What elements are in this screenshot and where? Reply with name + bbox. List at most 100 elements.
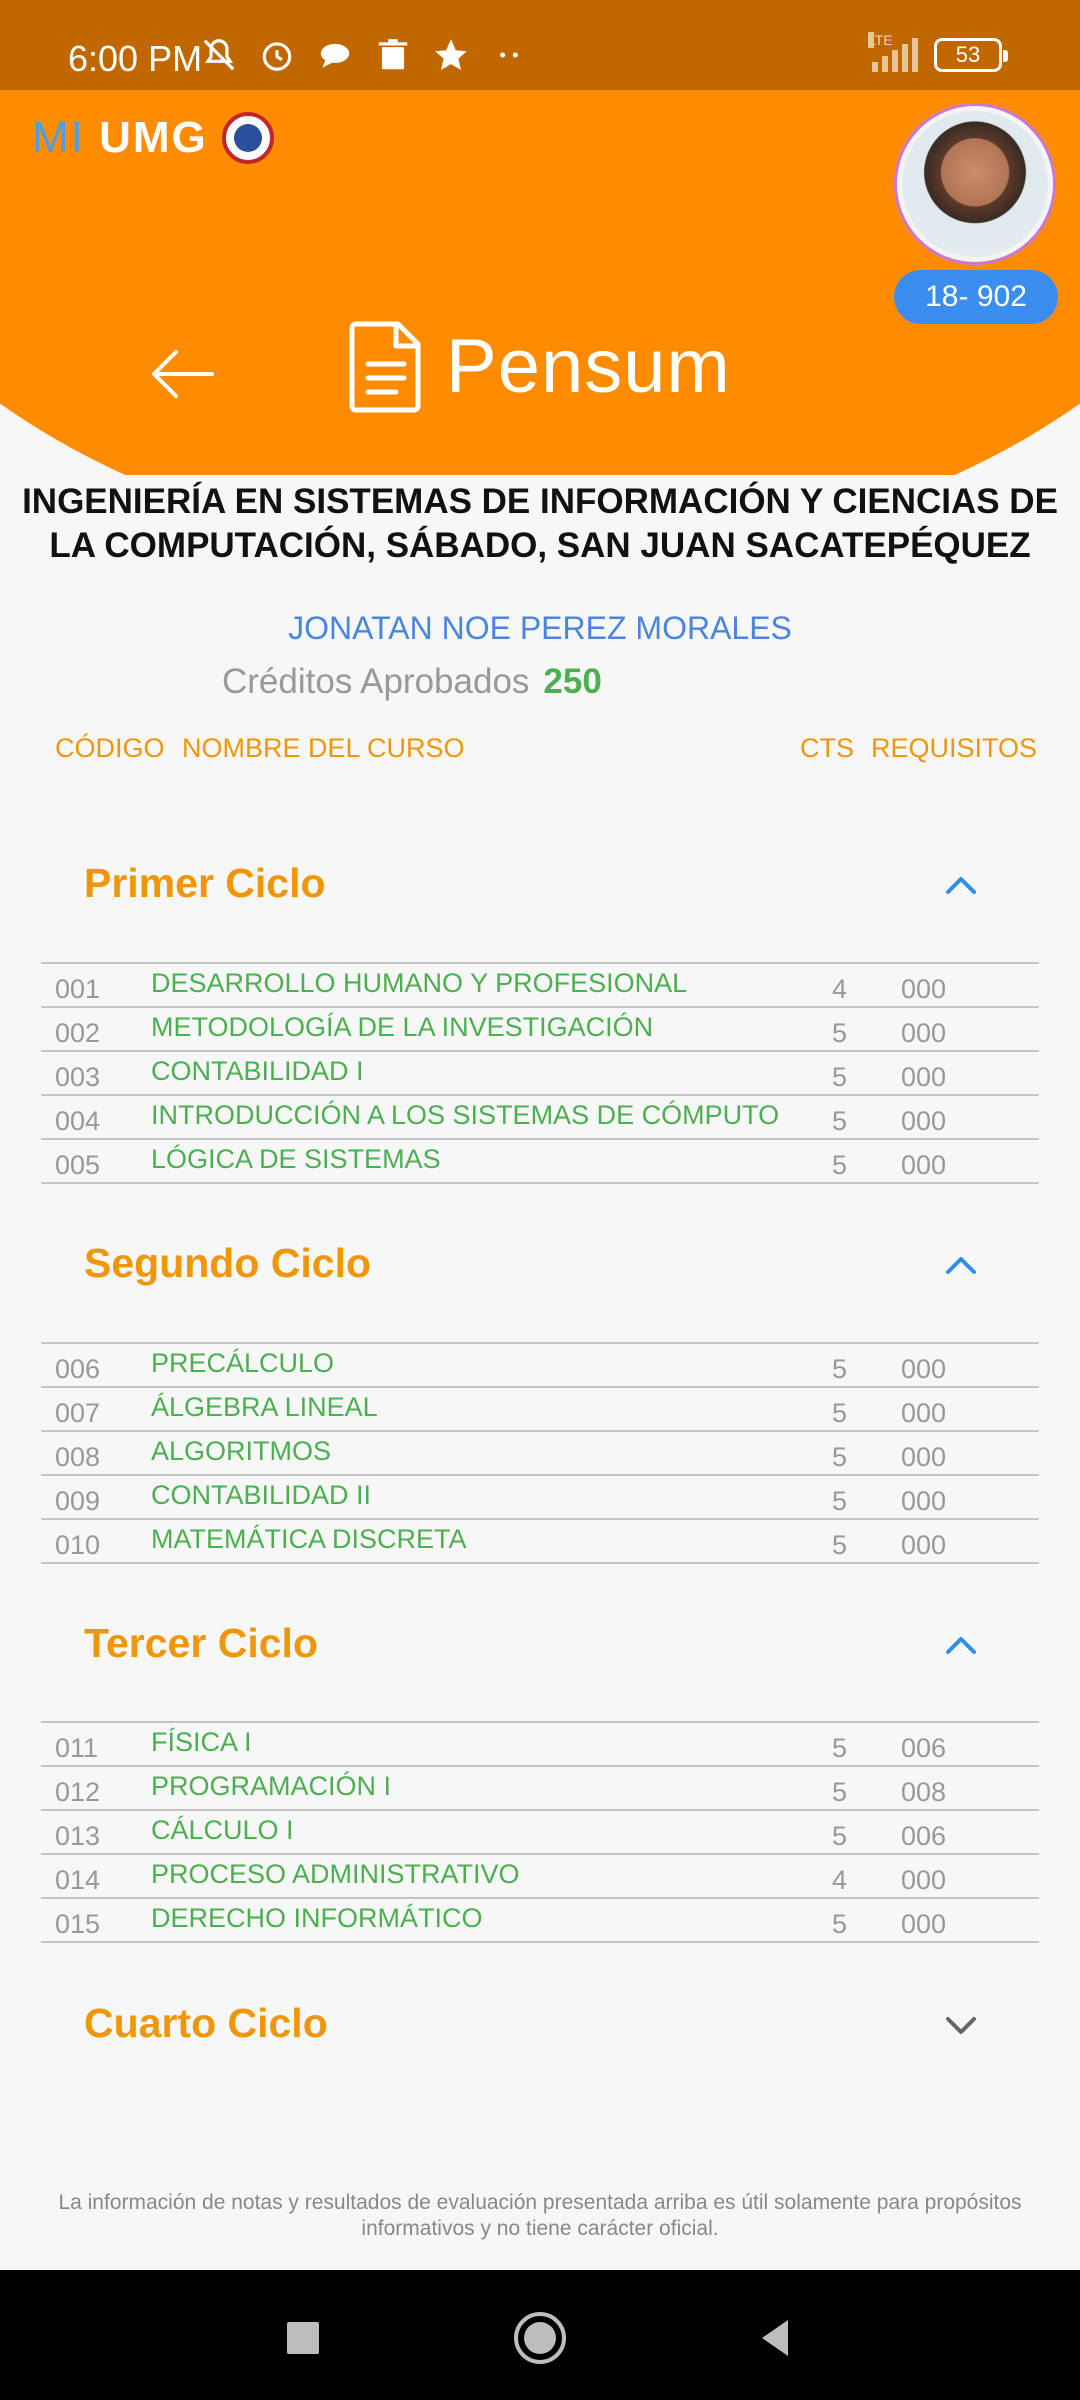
column-course-name: NOMBRE DEL CURSO (182, 733, 465, 763)
course-code: 009 (55, 1486, 101, 1516)
notification-icons (200, 36, 528, 74)
battery-icon: 53 (934, 38, 1008, 72)
network-type: LTE (868, 32, 893, 48)
system-status: LTE 53 (868, 32, 1008, 72)
back-arrow-icon (152, 350, 214, 398)
course-name: FÍSICA I (151, 1727, 252, 1757)
course-requirement: 000 (901, 1354, 947, 1384)
status-time: 6:00 PM (68, 38, 203, 79)
course-name: PRECÁLCULO (151, 1348, 335, 1378)
course-requirement: 008 (901, 1777, 947, 1807)
course-credits: 5 (832, 1106, 848, 1136)
course-table-tercer: 011 FÍSICA I 5 006 012 PROGRAMACIÓN I 5 008 01… (41, 1721, 1039, 1943)
course-requirement: 000 (901, 1442, 947, 1472)
table-row[interactable]: 002 METODOLOGÍA DE LA INVESTIGACIÓN 5 000 (41, 1008, 1039, 1052)
cycle-header-tercer[interactable]: Tercer Ciclo (84, 1620, 318, 1667)
back-button[interactable] (146, 338, 218, 410)
table-row[interactable]: 012 PROGRAMACIÓN I 5 008 (41, 1767, 1039, 1811)
star-icon (432, 36, 470, 74)
chat-bubble-icon (316, 36, 354, 74)
course-credits: 5 (832, 1354, 848, 1384)
table-row[interactable]: 005 LÓGICA DE SISTEMAS 5 000 (41, 1140, 1039, 1184)
course-requirement: 000 (901, 1062, 947, 1092)
course-credits: 5 (832, 1486, 848, 1516)
course-code: 002 (55, 1018, 101, 1048)
table-row[interactable]: 007 ÁLGEBRA LINEAL 5 000 (41, 1388, 1039, 1432)
credits-approved: Créditos Aprobados 250 (222, 662, 602, 702)
table-row[interactable]: 011 FÍSICA I 5 006 (41, 1723, 1039, 1767)
course-credits: 5 (832, 1733, 848, 1763)
column-credits: CTS (800, 733, 854, 763)
table-row[interactable]: 010 MATEMÁTICA DISCRETA 5 000 (41, 1520, 1039, 1564)
signal-icon: LTE (868, 32, 918, 72)
table-row[interactable]: 003 CONTABILIDAD I 5 000 (41, 1052, 1039, 1096)
column-code: CÓDIGO (55, 733, 165, 763)
chevron-up-icon[interactable] (940, 864, 982, 906)
student-id-badge: 18- 902 (894, 270, 1058, 324)
cycle-header-cuarto[interactable]: Cuarto Ciclo (84, 2000, 328, 2047)
course-requirement: 000 (901, 1150, 947, 1180)
student-name: JONATAN NOE PEREZ MORALES (288, 610, 792, 646)
course-name: CONTABILIDAD I (151, 1056, 364, 1086)
course-name: METODOLOGÍA DE LA INVESTIGACIÓN (151, 1012, 654, 1042)
mute-icon (200, 36, 238, 74)
course-name: INTRODUCCIÓN A LOS SISTEMAS DE CÓMPUTO (151, 1100, 780, 1130)
table-row[interactable]: 009 CONTABILIDAD II 5 000 (41, 1476, 1039, 1520)
logo-mi: MI (32, 113, 85, 162)
table-row[interactable]: 015 DERECHO INFORMÁTICO 5 000 (41, 1899, 1039, 1943)
column-headers: CÓDIGO NOMBRE DEL CURSO CTS REQUISITOS (0, 733, 1080, 773)
course-code: 008 (55, 1442, 101, 1472)
document-icon (349, 321, 421, 413)
recents-square-icon[interactable] (275, 2310, 331, 2366)
course-credits: 5 (832, 1909, 848, 1939)
battery-level: 53 (955, 42, 981, 67)
course-requirement: 006 (901, 1733, 947, 1763)
credits-label: Créditos Aprobados (222, 662, 530, 701)
course-name: DESARROLLO HUMANO Y PROFESIONAL (151, 968, 688, 998)
course-code: 003 (55, 1062, 101, 1092)
course-requirement: 000 (901, 1865, 947, 1895)
chevron-up-icon[interactable] (940, 1624, 982, 1666)
course-code: 004 (55, 1106, 101, 1136)
table-row[interactable]: 001 DESARROLLO HUMANO Y PROFESIONAL 4 000 (41, 964, 1039, 1008)
cycle-header-segundo[interactable]: Segundo Ciclo (84, 1240, 371, 1287)
credits-value: 250 (543, 662, 602, 701)
course-credits: 4 (832, 1865, 848, 1895)
status-bar: 6:00 PM LTE 53 (0, 0, 1080, 90)
course-code: 011 (55, 1733, 99, 1763)
course-name: PROGRAMACIÓN I (151, 1771, 392, 1801)
table-row[interactable]: 014 PROCESO ADMINISTRATIVO 4 000 (41, 1855, 1039, 1899)
course-name: CONTABILIDAD II (151, 1480, 372, 1510)
course-table-segundo: 006 PRECÁLCULO 5 000 007 ÁLGEBRA LINEAL 5 000 … (41, 1342, 1039, 1564)
course-code: 006 (55, 1354, 101, 1384)
cycle-header-primer[interactable]: Primer Ciclo (84, 860, 326, 907)
table-row[interactable]: 013 CÁLCULO I 5 006 (41, 1811, 1039, 1855)
course-name: ALGORITMOS (151, 1436, 332, 1466)
course-requirement: 000 (901, 1398, 947, 1428)
course-requirement: 000 (901, 1106, 947, 1136)
course-credits: 5 (832, 1018, 848, 1048)
page-title-group: Pensum (348, 318, 731, 414)
trash-icon (374, 36, 412, 74)
course-requirement: 006 (901, 1821, 947, 1851)
chevron-up-icon[interactable] (940, 1244, 982, 1286)
column-requirements: REQUISITOS (871, 733, 1038, 763)
chevron-down-icon[interactable] (940, 2004, 982, 2046)
course-credits: 5 (832, 1062, 848, 1092)
course-credits: 5 (832, 1777, 848, 1807)
table-row[interactable]: 006 PRECÁLCULO 5 000 (41, 1344, 1039, 1388)
back-triangle-icon[interactable] (748, 2310, 804, 2366)
system-nav-bar (0, 2270, 1080, 2400)
course-credits: 5 (832, 1398, 848, 1428)
course-credits: 4 (832, 974, 848, 1004)
course-code: 005 (55, 1150, 101, 1180)
course-credits: 5 (832, 1821, 848, 1851)
home-circle-icon[interactable] (512, 2310, 568, 2366)
table-row[interactable]: 008 ALGORITMOS 5 000 (41, 1432, 1039, 1476)
course-name: MATEMÁTICA DISCRETA (151, 1524, 467, 1554)
avatar[interactable] (897, 106, 1053, 262)
course-code: 012 (55, 1777, 101, 1807)
course-requirement: 000 (901, 1909, 947, 1939)
course-code: 007 (55, 1398, 101, 1428)
table-row[interactable]: 004 INTRODUCCIÓN A LOS SISTEMAS DE CÓMPUT… (41, 1096, 1039, 1140)
